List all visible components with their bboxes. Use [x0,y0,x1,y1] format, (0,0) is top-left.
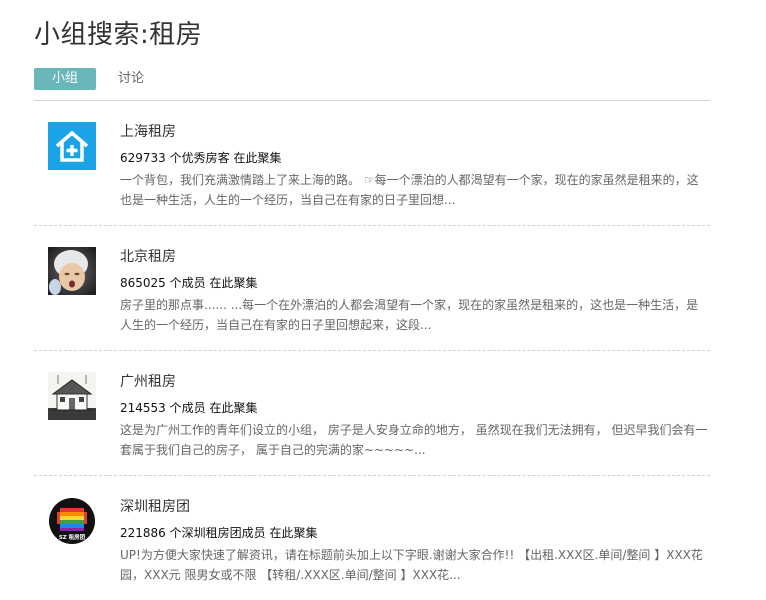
list-item: 广州租房 214553 个成员 在此聚集 这是为广州工作的青年们设立的小组， 房… [34,351,710,476]
group-member-count: 214553 个成员 在此聚集 [120,401,258,415]
tab-discussions[interactable]: 讨论 [102,68,160,90]
group-member-count: 629733 个优秀房客 在此聚集 [120,151,282,165]
group-member-count: 221886 个深圳租房团成员 在此聚集 [120,526,318,540]
house-sketch-icon[interactable] [48,372,96,420]
group-name-link[interactable]: 深圳租房团 [120,497,710,517]
group-member-count: 865025 个成员 在此聚集 [120,276,258,290]
result-tabs: 小组 讨论 [34,68,160,90]
group-name-link[interactable]: 北京租房 [120,247,710,267]
sz-rainbow-logo-icon[interactable]: SZ 租房团 [48,497,96,545]
group-description: UP!为方便大家快速了解资讯，请在标题前头加上以下字眼.谢谢大家合作!! 【出租… [120,548,703,582]
list-item: SZ 租房团 深圳租房团 221886 个深圳租房团成员 在此聚集 UP!为方便… [34,476,710,600]
baby-photo-icon[interactable] [48,247,96,295]
group-description: 一个背包，我们充满激情踏上了来上海的路。 ☞每一个漂泊的人都渴望有一个家，现在的… [120,173,699,207]
list-item: 上海租房 629733 个优秀房客 在此聚集 一个背包，我们充满激情踏上了来上海… [34,101,710,226]
list-item: 北京租房 865025 个成员 在此聚集 房子里的那点事...... ...每一… [34,226,710,351]
group-description: 房子里的那点事...... ...每一个在外漂泊的人都会渴望有一个家，现在的家虽… [120,298,699,332]
page-title: 小组搜索:租房 [34,20,203,50]
group-name-link[interactable]: 广州租房 [120,372,710,392]
house-plus-icon[interactable] [48,122,96,170]
svg-text:SZ 租房团: SZ 租房团 [59,533,86,541]
group-description: 这是为广州工作的青年们设立的小组， 房子是人安身立命的地方， 虽然现在我们无法拥… [120,423,708,457]
tab-groups[interactable]: 小组 [34,68,96,90]
group-name-link[interactable]: 上海租房 [120,122,710,142]
group-results-list: 上海租房 629733 个优秀房客 在此聚集 一个背包，我们充满激情踏上了来上海… [34,101,710,600]
